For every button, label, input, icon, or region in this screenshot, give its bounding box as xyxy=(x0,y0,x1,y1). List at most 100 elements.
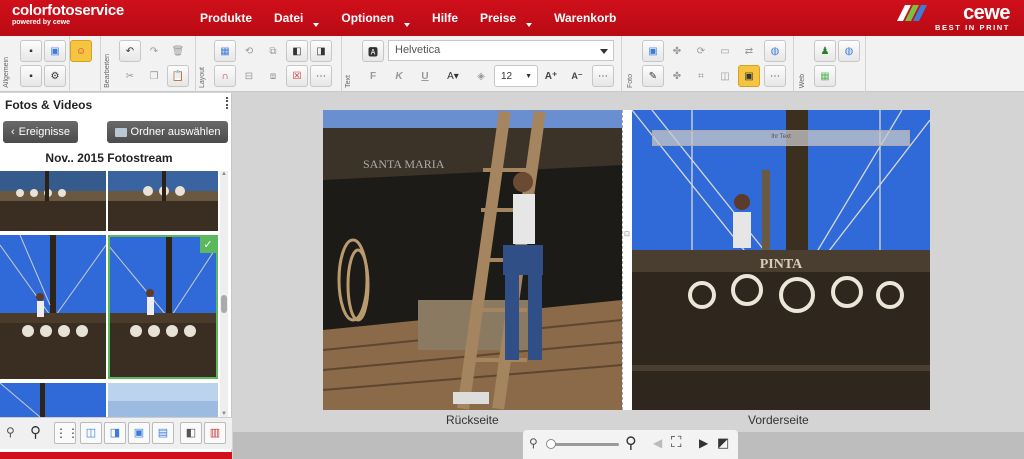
prev-page-icon[interactable]: ◀ xyxy=(653,436,662,450)
photo-split-button[interactable]: ◫ xyxy=(714,65,736,87)
panel-grip-icon[interactable] xyxy=(226,97,229,109)
save-as-button[interactable]: ▪ xyxy=(20,65,42,87)
page-manager-button[interactable]: ▥ xyxy=(204,422,226,444)
delete-button[interactable]: 🗑 xyxy=(167,40,189,62)
paste-button[interactable]: 📋 xyxy=(167,65,189,87)
redo-icon: ↷ xyxy=(149,45,159,57)
panel-bottom-toolbar: ⚲ ⚲ ⋮⋮ ◫ ◨ ▣ ▤ ◧ ▥ xyxy=(0,417,232,449)
back-to-events-button[interactable]: ‹ Ereignisse xyxy=(3,121,78,143)
copy-button[interactable]: ❐ xyxy=(143,65,165,87)
web-globe-button[interactable]: ◍ xyxy=(838,40,860,62)
photo-thumbnail[interactable] xyxy=(108,383,218,417)
cut-button[interactable]: ✂ xyxy=(119,65,141,87)
photo-filter-button[interactable]: ✤ xyxy=(666,65,688,87)
book-view-button[interactable]: ◧ xyxy=(180,422,202,444)
photo-more-button[interactable]: ⋯ xyxy=(764,65,786,87)
photo-effect-button[interactable]: ✤ xyxy=(666,40,688,62)
front-page[interactable]: PINTA Ihr Text xyxy=(632,110,930,410)
toolbar-group-layout: Layout ▦ ⟲ ⧉ ◧ ◨ ∩ ⊟ ⧈ ☒ ⋯ xyxy=(196,36,342,92)
zoom-slider[interactable] xyxy=(546,439,619,449)
zoom-out-icon[interactable]: ⚲ xyxy=(529,436,538,450)
zoom-slider-handle[interactable] xyxy=(546,439,556,449)
zoom-in-icon[interactable]: ⚲ xyxy=(625,433,637,453)
view-option-1-button[interactable]: ◫ xyxy=(80,422,102,444)
photo-thumbnail-selected[interactable]: ✓ xyxy=(108,235,218,379)
photo-rotate-button[interactable]: ⟳ xyxy=(690,40,712,62)
bold-label: F xyxy=(369,70,377,82)
layout-more-button[interactable]: ⋯ xyxy=(310,65,332,87)
photo-swap-button[interactable]: ⇄ xyxy=(738,40,760,62)
ship-deck-photo: PINTA xyxy=(632,110,930,410)
brand-logo[interactable]: colorfotoservice powered by cewe xyxy=(12,3,124,26)
paint-bucket-icon: ◈ xyxy=(477,70,485,82)
photostream-title: Nov.. 2015 Fotostream xyxy=(45,151,173,165)
copy-icon: ❐ xyxy=(149,70,159,82)
view-option-3-button[interactable]: ▣ xyxy=(128,422,150,444)
select-folder-button[interactable]: Ordner auswählen xyxy=(107,121,228,143)
menu-datei[interactable]: Datei xyxy=(274,11,320,27)
bring-front-button[interactable]: ◧ xyxy=(286,40,308,62)
photo-border-button[interactable]: ▣ xyxy=(738,65,760,87)
photo-thumbnail[interactable] xyxy=(0,235,106,379)
grid-view-button[interactable]: ⋮⋮ xyxy=(54,422,79,444)
font-size-select[interactable]: 12 ▼ xyxy=(494,65,538,87)
photo-grid-scrollbar[interactable]: ▲ ▼ xyxy=(220,171,228,417)
text-box-button[interactable]: 🅰 xyxy=(362,40,384,62)
menu-warenkorb[interactable]: Warenkorb xyxy=(554,11,616,25)
remove-layout-button[interactable]: ☒ xyxy=(286,65,308,87)
back-page[interactable]: SANTA MARIA xyxy=(323,110,622,410)
photo-frame-button[interactable]: ▭ xyxy=(714,40,736,62)
font-family-select[interactable]: Helvetica xyxy=(388,40,614,61)
grid-button[interactable]: ▦ xyxy=(214,40,236,62)
font-grow-button[interactable]: A⁺ xyxy=(540,65,562,87)
menu-produkte[interactable]: Produkte xyxy=(200,11,252,25)
web-photo-button[interactable]: ◍ xyxy=(764,40,786,62)
zoom-out-icon[interactable]: ⚲ xyxy=(6,425,15,439)
add-photo-button[interactable]: ▣ xyxy=(642,40,664,62)
underline-button[interactable]: U xyxy=(414,65,436,87)
profile-button[interactable]: ☺ xyxy=(70,40,92,62)
menu-preise[interactable]: Preise xyxy=(480,11,533,27)
scroll-up-icon[interactable]: ▲ xyxy=(221,171,227,177)
photo-thumbnail[interactable] xyxy=(0,383,106,417)
zoom-in-icon[interactable]: ⚲ xyxy=(30,423,41,441)
rotate-button[interactable]: ⟲ xyxy=(238,40,260,62)
bold-button[interactable]: F xyxy=(362,65,384,87)
view-option-2-button[interactable]: ◨ xyxy=(104,422,126,444)
save-button[interactable]: ▪ xyxy=(20,40,42,62)
page-order-icon[interactable]: ◩ xyxy=(717,435,729,451)
italic-button[interactable]: K xyxy=(388,65,410,87)
photo-crop-button[interactable]: ⌗ xyxy=(690,65,712,87)
web-upload-button[interactable]: ♟ xyxy=(814,40,836,62)
gallery-icon: ▦ xyxy=(820,70,830,82)
web-gallery-button[interactable]: ▦ xyxy=(814,65,836,87)
text-color-button[interactable]: A▾ xyxy=(442,65,464,87)
view-option-4-button[interactable]: ▤ xyxy=(152,422,174,444)
font-shrink-button[interactable]: A⁻ xyxy=(566,65,588,87)
person-icon: ♟ xyxy=(820,45,830,57)
send-back-button[interactable]: ◨ xyxy=(310,40,332,62)
settings-button[interactable]: ⚙ xyxy=(44,65,66,87)
photo-edit-button[interactable]: ✎ xyxy=(642,65,664,87)
next-page-icon[interactable]: ▶ xyxy=(699,436,708,450)
magnet-button[interactable]: ∩ xyxy=(214,65,236,87)
align-button[interactable]: ⊟ xyxy=(238,65,260,87)
menu-hilfe[interactable]: Hilfe xyxy=(432,11,458,25)
redo-button[interactable]: ↷ xyxy=(143,40,165,62)
photo-thumbnail[interactable] xyxy=(108,171,218,231)
text-more-button[interactable]: ⋯ xyxy=(592,65,614,87)
menu-optionen[interactable]: Optionen xyxy=(341,11,411,27)
arrange-button[interactable]: ⧉ xyxy=(262,40,284,62)
spine-marker-icon[interactable]: ⊡ xyxy=(624,230,630,238)
scrollbar-thumb[interactable] xyxy=(221,295,227,313)
fill-color-button[interactable]: ◈ xyxy=(470,65,492,87)
fit-screen-icon[interactable]: ⛶ xyxy=(671,434,682,451)
book-spine: ⊡ xyxy=(622,110,632,410)
group-button[interactable]: ⧈ xyxy=(262,65,284,87)
underline-label: U xyxy=(421,70,429,82)
photo-thumbnail[interactable] xyxy=(0,171,106,231)
sky-thumbnail xyxy=(108,383,218,417)
title-text-box[interactable]: Ihr Text xyxy=(652,130,910,146)
undo-button[interactable]: ↶ xyxy=(119,40,141,62)
open-button[interactable]: ▣ xyxy=(44,40,66,62)
